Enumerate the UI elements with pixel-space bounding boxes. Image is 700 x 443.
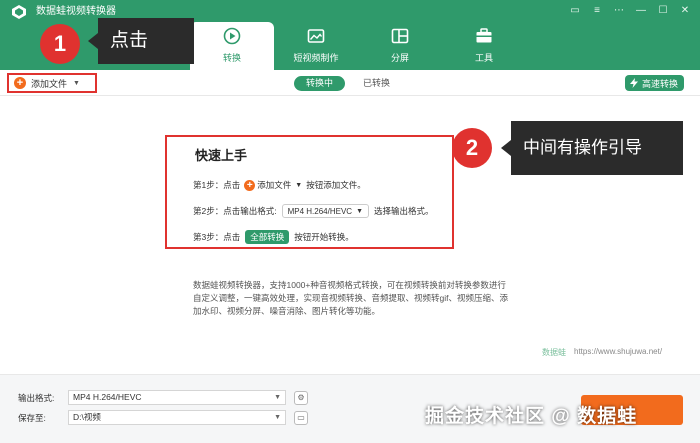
toolbox-icon xyxy=(476,28,492,43)
brand-name: 数据蛙 xyxy=(542,348,566,357)
convert-icon xyxy=(223,27,241,45)
tab-video-maker-label: 短视频制作 xyxy=(293,53,339,63)
annotation-1-pointer xyxy=(88,33,98,49)
sub-toolbar: + 添加文件 ▼ 转换中 已转换 高速转换 xyxy=(0,70,700,96)
tab-tools-label: 工具 xyxy=(474,53,493,63)
chevron-down-icon: ▼ xyxy=(274,414,281,421)
menu-icon[interactable]: ≡ xyxy=(590,4,604,18)
conversion-tabs: 转换中 已转换 xyxy=(294,76,402,91)
watermark: 掘金技术社区 @ 数据蛙 xyxy=(425,406,638,427)
comment-icon[interactable]: ▭ xyxy=(568,4,582,18)
annotation-2-badge: 2 xyxy=(452,128,492,168)
add-file-button[interactable]: + 添加文件 ▼ xyxy=(7,73,97,93)
step1-button-label: 添加文件 xyxy=(257,180,292,190)
output-format-select[interactable]: MP4 H.264/HEVC ▼ xyxy=(68,390,286,405)
app-description: 数据蛙视频转换器，支持1000+种音视频格式转换，可在视频转换前对转换参数进行自… xyxy=(193,280,508,316)
convert-all-chip: 全部转换 xyxy=(245,230,290,244)
main-tabs: 转换 短视频制作 分屏 工具 xyxy=(190,22,526,70)
close-icon[interactable]: ✕ xyxy=(678,4,692,18)
tab-convert[interactable]: 转换 xyxy=(190,22,274,70)
annotation-2-pointer xyxy=(501,140,511,156)
maximize-icon[interactable]: ☐ xyxy=(656,4,670,18)
format-pill: MP4 H.264/HEVC ▼ xyxy=(281,204,369,218)
step1-suffix: 按钮添加文件。 xyxy=(306,180,366,190)
output-format-value: MP4 H.264/HEVC xyxy=(73,392,142,402)
lightning-icon xyxy=(629,78,638,88)
guide-step-1: 第1步：点击 + 添加文件 ▼ 按钮添加文件。 xyxy=(193,179,366,191)
quick-start-guide: 快速上手 第1步：点击 + 添加文件 ▼ 按钮添加文件。 第2步：点击输出格式:… xyxy=(165,135,454,249)
guide-title: 快速上手 xyxy=(195,148,248,163)
folder-icon[interactable]: ▭ xyxy=(294,410,308,425)
step3-prefix: 第3步：点击 xyxy=(193,232,241,242)
brand-url[interactable]: https://www.shujuwa.net/ xyxy=(574,347,662,358)
app-title: 数据蛙视频转换器 xyxy=(36,6,116,17)
dots-icon[interactable]: ⋯ xyxy=(612,4,626,18)
add-icon: + xyxy=(244,179,256,191)
format-settings-icon[interactable]: ⚙ xyxy=(294,390,308,405)
tab-converted[interactable]: 已转换 xyxy=(351,76,402,91)
tab-tools[interactable]: 工具 xyxy=(442,22,526,70)
tab-convert-label: 转换 xyxy=(222,53,241,63)
save-to-row: 保存至: D:\视频 ▼ ▭ xyxy=(18,410,308,425)
tab-video-maker[interactable]: 短视频制作 xyxy=(274,22,358,70)
annotation-2-label: 中间有操作引导 xyxy=(511,121,683,175)
minimize-icon[interactable]: — xyxy=(634,4,648,18)
window-controls: ▭ ≡ ⋯ — ☐ ✕ xyxy=(568,4,692,18)
annotation-1-label: 点击 xyxy=(98,18,194,64)
fast-convert-button[interactable]: 高速转换 xyxy=(624,75,684,91)
step3-suffix: 按钮开始转换。 xyxy=(294,232,354,242)
app-logo-icon xyxy=(12,5,26,19)
tab-converting[interactable]: 转换中 xyxy=(294,76,346,91)
add-file-label: 添加文件 xyxy=(31,78,68,89)
save-to-label: 保存至: xyxy=(18,412,46,423)
tab-split-screen-label: 分屏 xyxy=(390,53,409,63)
step1-prefix: 第1步：点击 xyxy=(193,180,241,190)
save-to-select[interactable]: D:\视频 ▼ xyxy=(68,410,286,425)
guide-step-3: 第3步：点击 全部转换 按钮开始转换。 xyxy=(193,230,354,244)
tab-split-screen[interactable]: 分屏 xyxy=(358,22,442,70)
add-icon: + xyxy=(14,77,26,89)
format-pill-label: MP4 H.264/HEVC xyxy=(287,206,353,216)
output-format-label: 输出格式: xyxy=(18,392,55,403)
chevron-down-icon: ▼ xyxy=(73,79,80,87)
output-format-row: 输出格式: MP4 H.264/HEVC ▼ ⚙ xyxy=(18,390,308,405)
chevron-down-icon: ▼ xyxy=(295,181,303,189)
split-screen-icon xyxy=(391,28,409,44)
annotation-1-badge: 1 xyxy=(40,24,80,64)
guide-step-2: 第2步：点击输出格式: MP4 H.264/HEVC ▼ 选择输出格式。 xyxy=(193,204,434,218)
step2-prefix: 第2步：点击输出格式: xyxy=(193,206,277,216)
fast-convert-label: 高速转换 xyxy=(641,78,678,89)
video-maker-icon xyxy=(307,29,325,43)
save-to-value: D:\视频 xyxy=(73,412,101,422)
step2-suffix: 选择输出格式。 xyxy=(374,206,434,216)
brand-footer: 数据蛙 https://www.shujuwa.net/ xyxy=(542,347,662,358)
chevron-down-icon: ▼ xyxy=(274,394,281,401)
chevron-down-icon: ▼ xyxy=(356,207,363,215)
